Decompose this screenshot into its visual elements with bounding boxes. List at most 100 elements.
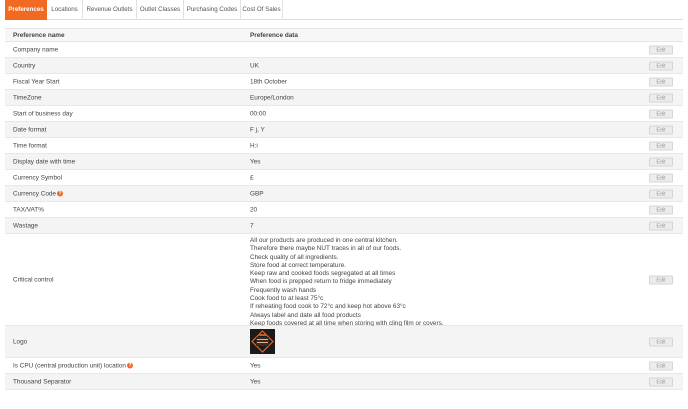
preference-name-text: Currency Code bbox=[13, 190, 56, 197]
edit-button[interactable]: Edit bbox=[649, 361, 673, 370]
preference-name: Fiscal Year Start bbox=[13, 78, 60, 85]
header-preference-name: Preference name bbox=[13, 32, 65, 39]
preference-name: Wastage bbox=[13, 222, 38, 229]
preference-value-line: All our products are produced in one cen… bbox=[250, 237, 398, 244]
preference-name: Start of business day bbox=[13, 110, 73, 117]
table-header: Preference name Preference data bbox=[5, 28, 683, 42]
edit-button[interactable]: Edit bbox=[649, 109, 673, 118]
tab-outlet-classes[interactable]: Outlet Classes bbox=[137, 0, 184, 20]
table-row: Country UK Edit bbox=[5, 58, 683, 74]
edit-button[interactable]: Edit bbox=[649, 141, 673, 150]
edit-button[interactable]: Edit bbox=[649, 93, 673, 102]
preference-name-text: Critical control bbox=[13, 276, 54, 283]
preference-name-text: Logo bbox=[13, 338, 28, 345]
table-row: Display date with time Yes Edit bbox=[5, 154, 683, 170]
preference-value-multiline: All our products are produced in one cen… bbox=[250, 237, 444, 328]
table-row: TimeZone Europe/London Edit bbox=[5, 90, 683, 106]
preference-value-line: Therefore there maybe NUT traces in all … bbox=[250, 245, 402, 253]
preference-name: TimeZone bbox=[13, 94, 42, 101]
header-preference-data: Preference data bbox=[250, 32, 298, 39]
edit-button[interactable]: Edit bbox=[649, 377, 673, 386]
preference-name: Is CPU (central production unit) locatio… bbox=[13, 362, 133, 369]
edit-button[interactable]: Edit bbox=[649, 205, 673, 214]
table-row: Currency Code? GBP Edit bbox=[5, 186, 683, 202]
tab-locations[interactable]: Locations bbox=[47, 0, 83, 20]
preference-name: Time format bbox=[13, 142, 47, 149]
preference-name: Date format bbox=[13, 126, 46, 133]
table-row: Critical control All our products are pro… bbox=[5, 234, 683, 328]
table-row: Time format H:i Edit bbox=[5, 138, 683, 154]
preference-name: Logo bbox=[13, 338, 27, 345]
preference-name-text: Fiscal Year Start bbox=[13, 78, 60, 85]
tab-cost-of-sales[interactable]: Cost Of Sales bbox=[241, 0, 283, 20]
preference-name: Country bbox=[13, 62, 35, 69]
edit-button[interactable]: Edit bbox=[649, 275, 673, 284]
edit-button[interactable]: Edit bbox=[649, 337, 673, 346]
question-circle-icon[interactable]: ? bbox=[56, 190, 63, 197]
edit-button[interactable]: Edit bbox=[649, 125, 673, 134]
preference-value: F j, Y bbox=[250, 126, 265, 133]
preference-name-text: Thousand Separator bbox=[13, 378, 72, 385]
edit-button[interactable]: Edit bbox=[649, 189, 673, 198]
preference-value: Yes bbox=[250, 158, 261, 165]
preference-value: 00:00 bbox=[250, 110, 266, 117]
preference-value: UK bbox=[250, 62, 259, 69]
preference-value-line: Frequently wash hands bbox=[250, 286, 317, 294]
preference-name-text: Is CPU (central production unit) locatio… bbox=[13, 362, 126, 369]
preference-name-text: Company name bbox=[13, 46, 59, 53]
preference-name-text: Time format bbox=[13, 142, 47, 149]
preference-name-text: Display date with time bbox=[13, 158, 76, 165]
preference-name-text: Start of business day bbox=[13, 110, 73, 117]
preference-value-line: Keep raw and cooked foods segregated at … bbox=[250, 270, 396, 278]
edit-button[interactable]: Edit bbox=[649, 157, 673, 166]
edit-button[interactable]: Edit bbox=[649, 61, 673, 70]
preference-name-text: Country bbox=[13, 62, 36, 69]
edit-button[interactable]: Edit bbox=[649, 173, 673, 182]
preference-value: Yes bbox=[250, 378, 261, 385]
preference-value-line: If reheating food cook to 72°c and keep … bbox=[250, 303, 406, 311]
preference-value: Europe/London bbox=[250, 94, 294, 101]
preference-value: GBP bbox=[250, 190, 264, 197]
preference-value-line: When food is prepped return to fridge im… bbox=[250, 278, 392, 286]
edit-button[interactable]: Edit bbox=[649, 45, 673, 54]
preference-value: £ bbox=[250, 174, 254, 181]
preference-name-text: Wastage bbox=[13, 222, 38, 229]
preference-value-line: Store food at correct temperature. bbox=[250, 261, 346, 269]
preference-name: Currency Symbol bbox=[13, 174, 62, 181]
preference-value-line: Check quality of all ingredients. bbox=[250, 253, 339, 261]
tab-bar: Preferences Locations Revenue Outlets Ou… bbox=[5, 0, 683, 20]
table-row: Date format F j, Y Edit bbox=[5, 122, 683, 138]
tab-preferences[interactable]: Preferences bbox=[5, 0, 47, 20]
table-row: Fiscal Year Start 18th October Edit bbox=[5, 74, 683, 90]
preference-name: Display date with time bbox=[13, 158, 75, 165]
table-row: Company name Edit bbox=[5, 42, 683, 58]
company-logo bbox=[250, 329, 275, 354]
table-row: Is CPU (central production unit) locatio… bbox=[5, 358, 683, 374]
question-circle-icon[interactable]: ? bbox=[126, 362, 133, 369]
preference-name: Critical control bbox=[13, 276, 54, 283]
table-row: Wastage 7 Edit bbox=[5, 218, 683, 234]
preference-name: Currency Code? bbox=[13, 190, 63, 197]
preference-name: Company name bbox=[13, 46, 58, 53]
preference-value: Yes bbox=[250, 362, 261, 369]
tab-purchasing-codes[interactable]: Purchasing Codes bbox=[184, 0, 241, 20]
preference-value: 7 bbox=[250, 222, 254, 229]
preference-name: TAX/VAT% bbox=[13, 206, 44, 213]
edit-button[interactable]: Edit bbox=[649, 77, 673, 86]
preference-name-text: Currency Symbol bbox=[13, 174, 63, 181]
table-row: Currency Symbol £ Edit bbox=[5, 170, 683, 186]
preference-name-text: TAX/VAT% bbox=[13, 206, 44, 213]
table-row: Thousand Separator Yes Edit bbox=[5, 374, 683, 390]
preference-value: H:i bbox=[250, 142, 258, 149]
preference-value-line: Always label and date all food products bbox=[250, 311, 361, 319]
preference-name-text: Date format bbox=[13, 126, 47, 133]
preference-value: 20 bbox=[250, 206, 258, 213]
tab-revenue-outlets[interactable]: Revenue Outlets bbox=[83, 0, 137, 20]
table-row: Start of business day 00:00 Edit bbox=[5, 106, 683, 122]
preference-name-text: TimeZone bbox=[13, 94, 42, 101]
table-row: Logo Edit bbox=[5, 326, 683, 358]
preference-name: Thousand Separator bbox=[13, 378, 71, 385]
table-row: TAX/VAT% 20 Edit bbox=[5, 202, 683, 218]
preference-value: 18th October bbox=[250, 78, 287, 85]
edit-button[interactable]: Edit bbox=[649, 221, 673, 230]
